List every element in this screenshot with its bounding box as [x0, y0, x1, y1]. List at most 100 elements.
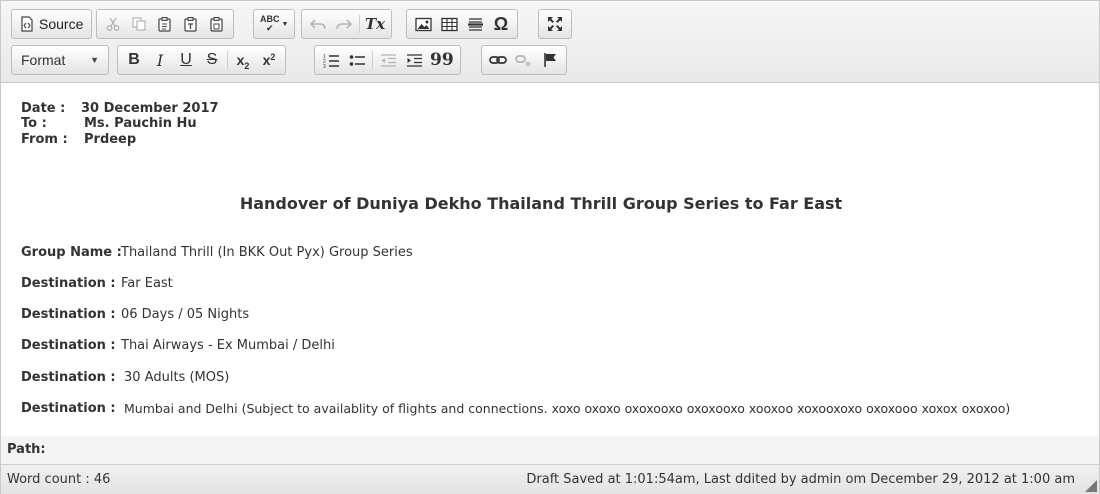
remove-format-button[interactable]: Tx: [362, 11, 388, 37]
chevron-down-icon: ▼: [281, 20, 289, 28]
outdent-icon: [380, 53, 396, 67]
spellcheck-group: ABC ✔ ▼: [253, 9, 296, 39]
links-group: [481, 45, 567, 75]
numbered-list-button[interactable]: 1 2 3: [318, 47, 344, 73]
format-dropdown-label: Format: [21, 52, 66, 68]
paragraph-group: 1 2 3 99: [314, 45, 461, 75]
to-label: To :: [21, 116, 47, 131]
blockquote-icon: 99: [430, 50, 454, 70]
insert-group: Ω: [406, 9, 518, 39]
redo-icon: [336, 19, 353, 30]
source-icon: [21, 16, 33, 32]
editor-toolbar: Source ABC ✔ ▼ Tx Ω Format ▼ B I U S x2 …: [1, 1, 1099, 83]
editor-content[interactable]: Date : 30 December 2017 To : Ms. Pauchin…: [1, 84, 1099, 436]
anchor-button[interactable]: [537, 47, 563, 73]
resize-handle[interactable]: [1085, 480, 1097, 492]
link-button[interactable]: [485, 47, 511, 73]
blockquote-button[interactable]: 99: [427, 47, 457, 73]
italic-icon: I: [156, 50, 164, 70]
subscript-button[interactable]: x2: [230, 47, 256, 73]
status-bar: Word count : 46 Draft Saved at 1:01:54am…: [1, 464, 1099, 494]
row-value: 06 Days / 05 Nights: [121, 307, 250, 322]
row-value: Far East: [121, 276, 173, 291]
bold-button[interactable]: B: [121, 47, 147, 73]
format-dropdown[interactable]: Format ▼: [11, 45, 109, 75]
bulleted-list-button[interactable]: [344, 47, 370, 73]
italic-button[interactable]: I: [147, 47, 173, 73]
remove-format-label: Tx: [365, 15, 386, 33]
flag-icon: [544, 53, 556, 67]
remove-format-icon: Tx: [365, 15, 385, 33]
from-value: Prdeep: [84, 132, 137, 147]
horizontal-line-button[interactable]: [462, 11, 488, 37]
undo-group: Tx: [301, 9, 393, 39]
subscript-icon: x2: [237, 52, 250, 71]
maximize-group: [538, 9, 572, 39]
bold-icon: B: [128, 51, 140, 68]
spellcheck-button[interactable]: ABC ✔ ▼: [257, 11, 291, 37]
maximize-button[interactable]: [542, 11, 568, 37]
undo-icon: [309, 19, 326, 30]
numbered-list-icon: 1 2 3: [323, 54, 339, 68]
toolbar-separator: [227, 51, 228, 69]
document-title: Handover of Duniya Dekho Thailand Thrill…: [239, 194, 843, 213]
omega-icon: Ω: [494, 14, 508, 35]
paste-icon: [158, 17, 171, 32]
element-path-bar: Path:: [1, 436, 1099, 464]
paste-button[interactable]: [152, 11, 178, 37]
row-label: Destination :: [21, 276, 116, 291]
underline-button[interactable]: U: [173, 47, 199, 73]
copy-button[interactable]: [126, 11, 152, 37]
row-value: 30 Adults (MOS): [124, 370, 230, 385]
unlink-button[interactable]: [511, 47, 537, 73]
subscript-mark: 2: [244, 61, 250, 71]
svg-text:3: 3: [323, 64, 326, 68]
superscript-mark: 2: [270, 52, 276, 62]
row-label: Destination :: [21, 307, 116, 322]
image-icon: [414, 17, 432, 31]
clipboard-group: [96, 9, 234, 39]
strikethrough-button[interactable]: S: [199, 47, 225, 73]
indent-icon: [406, 53, 422, 67]
superscript-icon: x2: [263, 52, 276, 68]
row-label: Destination :: [21, 370, 116, 385]
basic-styles-group: B I U S x2 x2: [117, 45, 286, 75]
path-label: Path:: [7, 442, 46, 457]
paste-word-icon: [210, 17, 223, 32]
date-value: 30 December 2017: [81, 101, 219, 116]
spellcheck-label: ABC: [260, 14, 280, 24]
paste-text-button[interactable]: [178, 11, 204, 37]
source-button[interactable]: Source: [15, 11, 88, 37]
spellcheck-icon: ABC ✔: [260, 14, 280, 33]
row-label: Destination :: [21, 338, 116, 353]
to-value: Ms. Pauchin Hu: [84, 116, 197, 131]
word-count: Word count : 46: [7, 472, 111, 487]
underline-icon: U: [180, 51, 192, 68]
date-label: Date :: [21, 101, 66, 116]
copy-icon: [132, 17, 146, 31]
row-value: Thai Airways - Ex Mumbai / Delhi: [121, 338, 335, 353]
row-value: Mumbai and Delhi (Subject to availablity…: [124, 401, 1011, 416]
paste-word-button[interactable]: [204, 11, 230, 37]
row-label: Destination :: [21, 401, 116, 416]
row-label: Group Name :: [21, 245, 122, 260]
row-value: Thailand Thrill (In BKK Out Pyx) Group S…: [121, 245, 413, 260]
from-label: From :: [21, 132, 68, 147]
horizontal-line-icon: [467, 17, 483, 31]
cut-button[interactable]: [100, 11, 126, 37]
superscript-button[interactable]: x2: [256, 47, 282, 73]
special-char-label: Ω: [493, 13, 509, 34]
image-button[interactable]: [410, 11, 436, 37]
table-button[interactable]: [436, 11, 462, 37]
rich-text-editor: Source ABC ✔ ▼ Tx Ω Format ▼ B I U S x2 …: [0, 0, 1100, 494]
source-group: Source: [11, 9, 93, 39]
link-icon: [489, 56, 507, 64]
paste-text-icon: [184, 17, 197, 32]
indent-button[interactable]: [401, 47, 427, 73]
source-button-label: Source: [39, 16, 84, 32]
chevron-down-icon: ▼: [90, 55, 99, 65]
special-char-button[interactable]: Ω: [488, 11, 514, 37]
undo-button[interactable]: [305, 11, 331, 37]
outdent-button[interactable]: [375, 47, 401, 73]
redo-button[interactable]: [331, 11, 357, 37]
